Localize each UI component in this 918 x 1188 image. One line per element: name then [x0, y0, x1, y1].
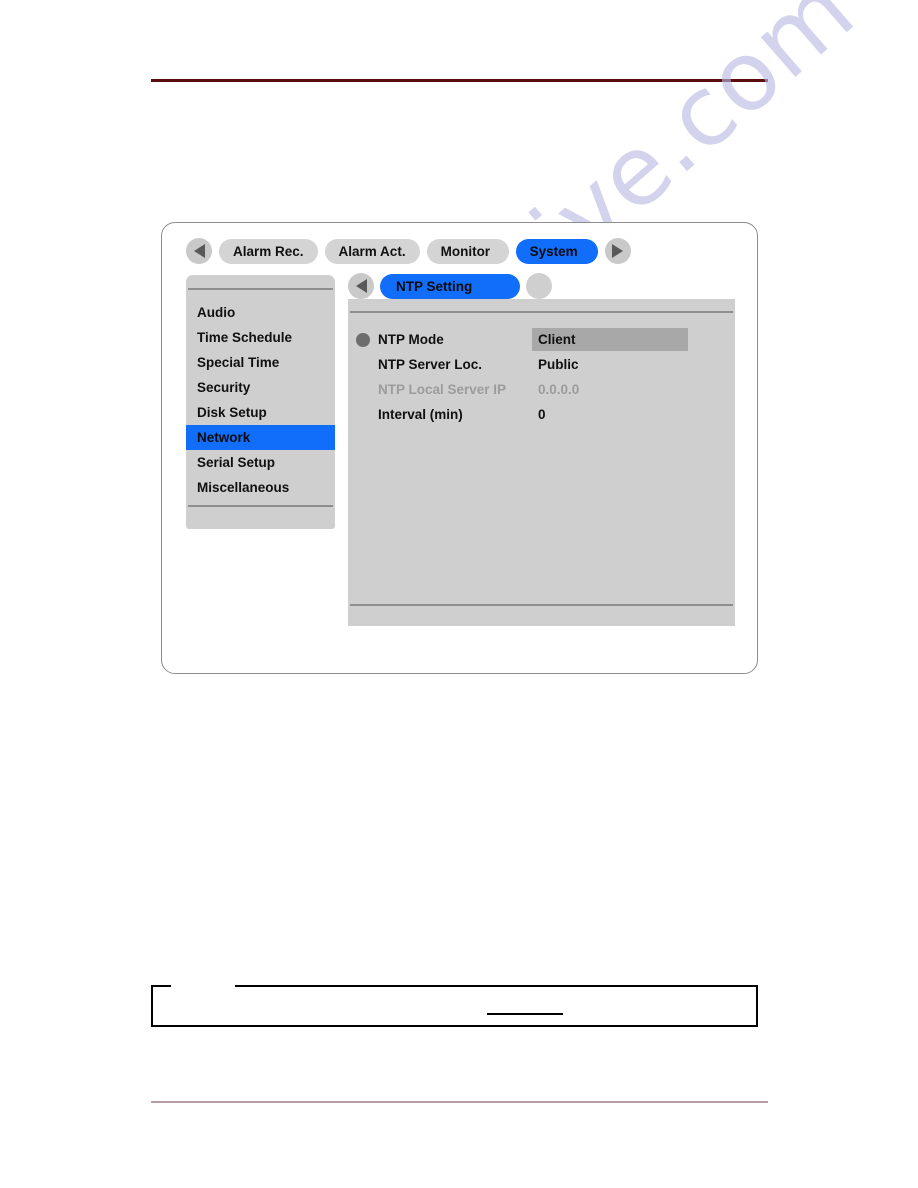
setting-value-ntp-server-loc[interactable]: Public	[538, 354, 579, 375]
subtabs-next-button[interactable]	[526, 273, 552, 299]
tab-alarm-act[interactable]: Alarm Act.	[324, 238, 420, 264]
setting-row-ntp-mode[interactable]: NTP Mode Client	[348, 327, 735, 352]
panel-bottom-divider	[350, 604, 733, 606]
tabs-prev-button[interactable]	[186, 238, 212, 264]
setting-row-interval[interactable]: Interval (min) 0	[348, 402, 735, 427]
setting-value-ntp-mode[interactable]: Client	[532, 328, 688, 351]
note-box	[151, 985, 758, 1027]
settings-panel: NTP Mode Client NTP Server Loc. Public N…	[348, 299, 735, 626]
note-box-border-gap	[171, 983, 235, 987]
panel-footer	[348, 604, 735, 626]
subtabs-prev-button[interactable]	[348, 273, 374, 299]
panel-header-space	[348, 299, 735, 311]
page-top-rule	[151, 79, 768, 82]
sub-tab-bar: NTP Setting	[348, 273, 552, 299]
tab-monitor[interactable]: Monitor	[426, 238, 509, 264]
tab-alarm-rec[interactable]: Alarm Rec.	[219, 238, 318, 264]
sidebar-header-space	[186, 275, 335, 288]
setting-label-interval: Interval (min)	[378, 407, 463, 422]
radio-bullet-icon	[356, 332, 370, 347]
sidebar-item-list: Audio Time Schedule Special Time Securit…	[186, 290, 335, 500]
sidebar-item-network[interactable]: Network	[186, 425, 335, 450]
sidebar-item-security[interactable]: Security	[186, 375, 335, 400]
sidebar-item-special-time[interactable]: Special Time	[186, 350, 335, 375]
triangle-right-icon	[612, 244, 624, 258]
sidebar-item-disk-setup[interactable]: Disk Setup	[186, 400, 335, 425]
page-bottom-rule	[151, 1101, 768, 1103]
setting-label-ntp-server-loc: NTP Server Loc.	[378, 357, 483, 372]
sidebar-item-time-schedule[interactable]: Time Schedule	[186, 325, 335, 350]
setting-value-ntp-local-server-ip: 0.0.0.0	[538, 382, 580, 397]
device-ui-frame: Alarm Rec. Alarm Act. Monitor System Aud…	[161, 222, 758, 674]
sidebar-item-serial-setup[interactable]: Serial Setup	[186, 450, 335, 475]
sidebar-item-audio[interactable]: Audio	[186, 300, 335, 325]
triangle-left-icon	[193, 244, 205, 258]
bullet-col	[348, 332, 378, 347]
setting-row-ntp-server-loc[interactable]: NTP Server Loc. Public	[348, 352, 735, 377]
tab-system[interactable]: System	[515, 238, 598, 264]
sidebar-item-miscellaneous[interactable]: Miscellaneous	[186, 475, 335, 500]
sidebar-bottom-divider	[188, 505, 333, 507]
sidebar: Audio Time Schedule Special Time Securit…	[186, 275, 335, 529]
triangle-left-icon	[355, 279, 367, 293]
top-tab-bar: Alarm Rec. Alarm Act. Monitor System	[186, 238, 631, 264]
setting-row-ntp-local-server-ip: NTP Local Server IP 0.0.0.0	[348, 377, 735, 402]
setting-value-interval[interactable]: 0	[538, 404, 546, 425]
settings-row-list: NTP Mode Client NTP Server Loc. Public N…	[348, 313, 735, 427]
setting-label-ntp-local-server-ip: NTP Local Server IP	[378, 382, 507, 397]
tabs-next-button[interactable]	[604, 238, 631, 264]
subtab-ntp-setting[interactable]: NTP Setting	[380, 273, 520, 299]
note-box-underline	[487, 1013, 563, 1015]
setting-label-ntp-mode: NTP Mode	[378, 332, 444, 347]
sidebar-footer	[186, 505, 335, 529]
